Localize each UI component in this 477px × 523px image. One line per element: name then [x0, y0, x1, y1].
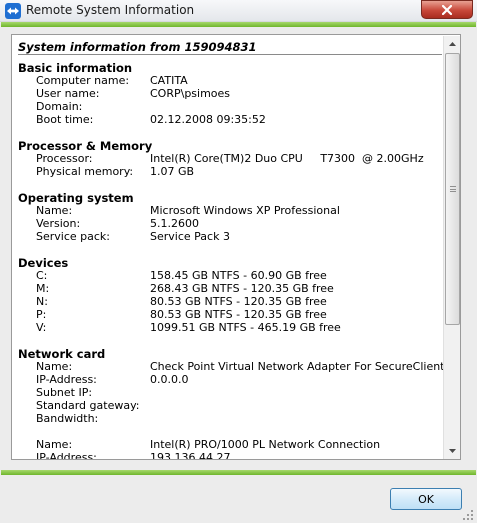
- section-heading: Operating system: [18, 191, 134, 205]
- info-label: User name:: [36, 87, 100, 100]
- info-label: IP-Address:: [36, 451, 97, 460]
- info-value: 0.0.0.0: [150, 373, 189, 386]
- info-label: C:: [36, 269, 48, 282]
- info-value: 80.53 GB NTFS - 120.35 GB free: [150, 308, 327, 321]
- section-heading: Devices: [18, 256, 69, 270]
- title-bar[interactable]: Remote System Information: [0, 0, 477, 22]
- arrow-down-icon: [448, 449, 456, 453]
- info-value: Intel(R) Core(TM)2 Duo CPU T7300 @ 2.00G…: [150, 152, 424, 165]
- info-label: Domain:: [36, 100, 83, 113]
- arrow-up-icon: [448, 42, 456, 46]
- section-heading: Network card: [18, 347, 106, 361]
- info-label: IP-Address:: [36, 373, 97, 386]
- info-label: Name:: [36, 204, 73, 217]
- section-heading: Basic information: [18, 61, 133, 75]
- ok-button[interactable]: OK: [390, 488, 462, 510]
- info-value: Microsoft Windows XP Professional: [150, 204, 340, 217]
- info-label: Boot time:: [36, 113, 94, 126]
- info-value: Check Point Virtual Network Adapter For …: [150, 360, 445, 373]
- info-label: Version:: [36, 217, 81, 230]
- info-label: Processor:: [36, 152, 93, 165]
- info-label: Standard gateway:: [36, 399, 140, 412]
- close-button[interactable]: [421, 0, 473, 19]
- resize-grip-icon[interactable]: [462, 509, 474, 521]
- info-value: CATITA: [150, 74, 188, 87]
- remote-system-info-window: Remote System Information System informa…: [0, 0, 477, 523]
- close-icon: [442, 4, 452, 15]
- scroll-down-button[interactable]: [444, 443, 460, 459]
- info-value: 158.45 GB NTFS - 60.90 GB free: [150, 269, 327, 282]
- info-label: Name:: [36, 360, 73, 373]
- info-label: V:: [36, 321, 47, 334]
- info-label: M:: [36, 282, 50, 295]
- scroll-thumb[interactable]: [445, 53, 460, 325]
- report-heading: System information from 159094831: [18, 40, 257, 54]
- info-label: Service pack:: [36, 230, 110, 243]
- info-label: Physical memory:: [36, 165, 134, 178]
- grip-icon: [449, 186, 456, 192]
- info-label: Name:: [36, 438, 73, 451]
- info-value: 02.12.2008 09:35:52: [150, 113, 266, 126]
- vertical-scrollbar[interactable]: [443, 36, 460, 459]
- info-value: 268.43 GB NTFS - 120.35 GB free: [150, 282, 334, 295]
- info-value: 5.1.2600: [150, 217, 199, 230]
- info-label: N:: [36, 295, 48, 308]
- system-info-textbox[interactable]: System information from 159094831 Basic …: [11, 34, 461, 460]
- info-label: Bandwidth:: [36, 412, 99, 425]
- info-label: Subnet IP:: [36, 386, 93, 399]
- heading-divider: [18, 54, 442, 55]
- info-label: P:: [36, 308, 47, 321]
- info-value: 80.53 GB NTFS - 120.35 GB free: [150, 295, 327, 308]
- info-value: Intel(R) PRO/1000 PL Network Connection: [150, 438, 381, 451]
- info-label: Computer name:: [36, 74, 130, 87]
- section-heading: Processor & Memory: [18, 139, 153, 153]
- window-title: Remote System Information: [26, 3, 195, 17]
- teamviewer-icon: [5, 3, 21, 19]
- info-value: CORP\psimoes: [150, 87, 231, 100]
- scroll-up-button[interactable]: [444, 36, 460, 52]
- info-value: 1099.51 GB NTFS - 465.19 GB free: [150, 321, 341, 334]
- info-value: 193.136.44.27: [150, 451, 231, 460]
- info-value: Service Pack 3: [150, 230, 230, 243]
- info-value: 1.07 GB: [150, 165, 195, 178]
